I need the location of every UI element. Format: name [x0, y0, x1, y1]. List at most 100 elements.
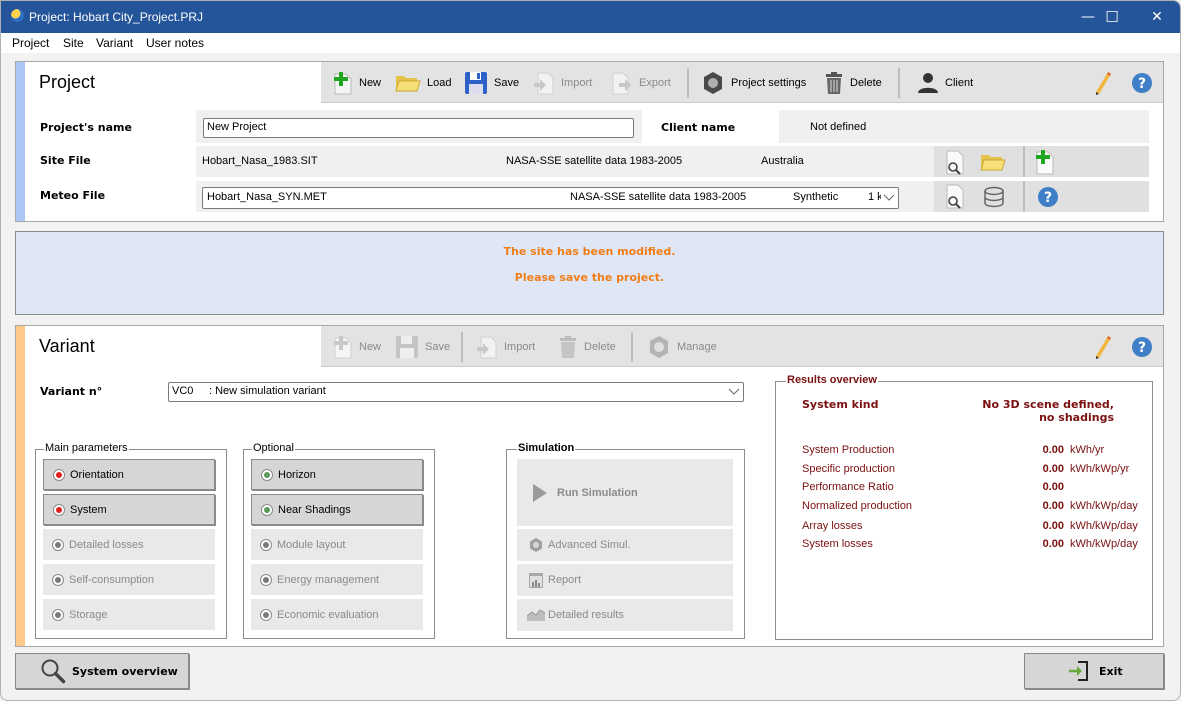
result-value: 0.00	[1042, 481, 1064, 493]
trash-icon	[826, 72, 842, 94]
meteo-view-icon[interactable]	[944, 184, 966, 210]
simulation-group: Simulation Run Simulation Advanced Simul…	[506, 442, 745, 639]
variant-select[interactable]: VC0 : New simulation variant	[168, 382, 744, 402]
param-button-system[interactable]: System	[43, 494, 215, 525]
project-settings-button[interactable]: Project settings	[701, 70, 806, 96]
project-client-button[interactable]: Client	[917, 70, 973, 96]
status-led-icon	[52, 608, 64, 621]
import-label: Import	[504, 341, 536, 353]
help-icon: ?	[1132, 337, 1152, 357]
variant-toolbar: New Save Import Delete Manage ?	[321, 326, 1163, 367]
new-label: New	[359, 341, 382, 353]
meteo-file-name: Hobart_Nasa_SYN.MET	[207, 191, 327, 203]
param-button-self-consumption[interactable]: Self-consumption	[43, 564, 215, 595]
variant-help-button[interactable]: ?	[1131, 334, 1153, 360]
database-icon[interactable]	[983, 186, 1005, 208]
detailed-results-label: Detailed results	[548, 609, 624, 621]
menu-project[interactable]: Project	[12, 36, 49, 50]
param-button-storage[interactable]: Storage	[43, 599, 215, 630]
project-name-input[interactable]: New Project	[203, 118, 634, 138]
param-button-orientation[interactable]: Orientation	[43, 459, 215, 490]
svg-text:?: ?	[1138, 76, 1146, 92]
variant-number-label: Variant n°	[40, 385, 103, 398]
maximize-button[interactable]: ☐	[1089, 1, 1135, 33]
variant-new-button[interactable]: New	[331, 334, 381, 360]
message-line-2: Please save the project.	[514, 271, 665, 284]
app-window: Project: Hobart City_Project.PRJ — ☐ ✕ P…	[0, 0, 1181, 701]
result-unit: kWh/kWp/day	[1070, 538, 1138, 550]
gear-icon	[650, 336, 668, 358]
menu-variant[interactable]: Variant	[96, 36, 133, 50]
optional-group: Optional Horizon Near Shadings Module layo…	[243, 442, 435, 639]
variant-save-button[interactable]: Save	[395, 334, 450, 360]
param-label: Detailed losses	[69, 538, 144, 551]
svg-text:?: ?	[1044, 190, 1052, 206]
chevron-down-icon	[883, 194, 895, 201]
project-toolbar: New Load Save Import Export Project sett…	[321, 62, 1163, 103]
detailed-results-button[interactable]: Detailed results	[517, 599, 733, 631]
folder-icon	[395, 76, 421, 92]
project-stripe	[16, 62, 25, 221]
title-bar: Project: Hobart City_Project.PRJ — ☐ ✕	[1, 1, 1180, 33]
site-file-name[interactable]: Hobart_Nasa_1983.SIT	[202, 155, 318, 167]
floppy-disk-icon	[396, 336, 418, 358]
toolbar-separator	[461, 332, 463, 362]
project-save-button[interactable]: Save	[464, 70, 519, 96]
advanced-simulation-button[interactable]: Advanced Simul.	[517, 529, 733, 561]
client-name-label: Client name	[661, 121, 736, 134]
close-button[interactable]: ✕	[1134, 1, 1180, 33]
report-label: Report	[548, 574, 582, 586]
project-new-button[interactable]: New	[331, 70, 381, 96]
result-unit: kWh/kWp/day	[1070, 500, 1138, 512]
project-import-button[interactable]: Import	[533, 70, 592, 96]
save-label: Save	[494, 77, 520, 89]
variant-edit-button[interactable]	[1091, 334, 1113, 360]
result-label: Normalized production	[802, 500, 913, 512]
load-label: Load	[427, 77, 452, 89]
result-label: System losses	[802, 538, 873, 550]
menu-site[interactable]: Site	[63, 36, 84, 50]
result-value: 0.00	[1042, 463, 1064, 475]
param-button-economic-evaluation[interactable]: Economic evaluation	[251, 599, 423, 630]
menu-user-notes[interactable]: User notes	[146, 36, 204, 50]
project-edit-button[interactable]	[1091, 70, 1113, 96]
optional-legend: Optional	[252, 442, 295, 454]
param-label: Energy management	[277, 573, 380, 586]
client-name-value: Not defined	[810, 121, 867, 133]
gear-icon	[704, 72, 722, 94]
param-label: System	[70, 503, 107, 516]
project-help-button[interactable]: ?	[1131, 70, 1153, 96]
result-row: Specific production 0.00 kWh/kWp/yr	[802, 463, 1142, 479]
variant-import-button[interactable]: Import	[476, 334, 535, 360]
exit-button[interactable]: Exit	[1024, 653, 1164, 689]
variant-delete-button[interactable]: Delete	[558, 334, 616, 360]
project-export-button[interactable]: Export	[611, 70, 671, 96]
report-button[interactable]: Report	[517, 564, 733, 596]
param-button-horizon[interactable]: Horizon	[251, 459, 423, 490]
window-title: Project: Hobart City_Project.PRJ	[29, 10, 204, 24]
meteo-file-select[interactable]: Hobart_Nasa_SYN.MET NASA-SSE satellite d…	[202, 187, 899, 209]
result-value: 0.00	[1042, 444, 1064, 456]
param-button-energy-management[interactable]: Energy management	[251, 564, 423, 595]
site-view-icon[interactable]	[944, 150, 966, 176]
project-delete-button[interactable]: Delete	[824, 70, 882, 96]
param-label: Near Shadings	[278, 503, 351, 516]
project-load-button[interactable]: Load	[395, 70, 451, 96]
site-actions-separator	[1023, 146, 1025, 177]
meteo-help-icon[interactable]: ?	[1037, 186, 1059, 208]
param-button-detailed-losses[interactable]: Detailed losses	[43, 529, 215, 560]
system-overview-button[interactable]: System overview	[15, 653, 189, 689]
status-led-icon	[261, 468, 273, 481]
result-value: 0.00	[1042, 500, 1064, 512]
param-button-module-layout[interactable]: Module layout	[251, 529, 423, 560]
site-new-icon[interactable]	[1033, 149, 1055, 175]
toolbar-separator	[687, 68, 689, 98]
variant-heading: Variant	[39, 336, 95, 356]
param-label: Module layout	[277, 538, 346, 551]
site-open-folder-icon[interactable]	[980, 152, 1006, 172]
variant-manage-button[interactable]: Manage	[647, 334, 717, 360]
status-led-icon	[53, 468, 65, 481]
meteo-source: NASA-SSE satellite data 1983-2005	[570, 191, 747, 203]
param-button-near-shadings[interactable]: Near Shadings	[251, 494, 423, 525]
run-simulation-button[interactable]: Run Simulation	[517, 459, 733, 526]
